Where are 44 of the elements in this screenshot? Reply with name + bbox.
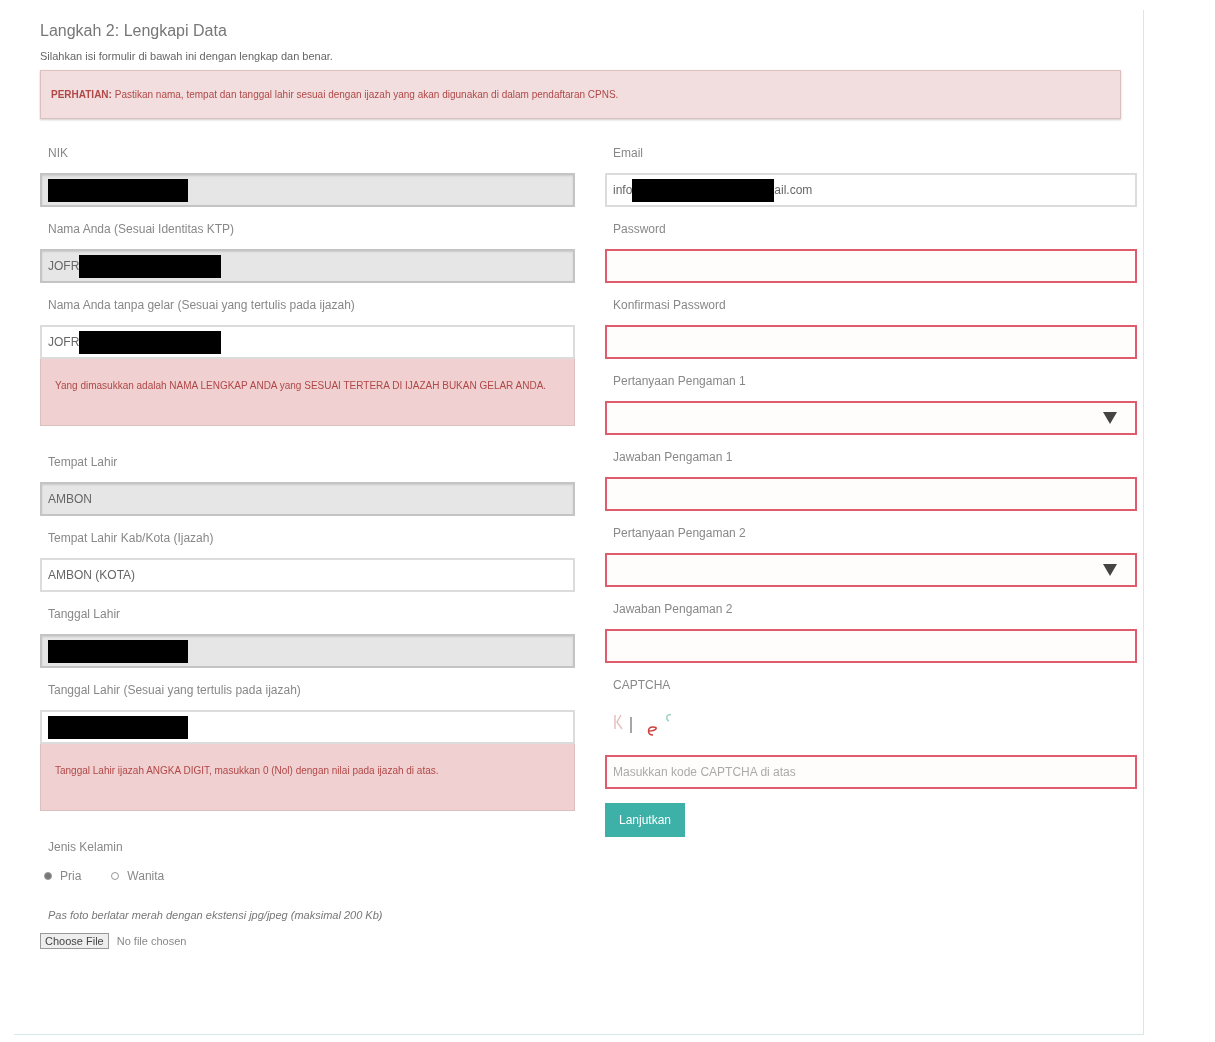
page-title: Langkah 2: Lengkapi Data xyxy=(40,22,228,40)
field-value: JOFR xyxy=(48,259,80,273)
field-label: Tempat Lahir xyxy=(47,454,119,471)
field-label: NIK xyxy=(47,145,69,162)
field-label: Nama Anda tanpa gelar (Sesuai yang tertulis pada ijazah) xyxy=(47,297,356,314)
input-field[interactable] xyxy=(605,629,1137,663)
field-label: Email xyxy=(612,145,644,162)
alert-message: Yang dimasukkan adalah NAMA LENGKAP ANDA yang SESUAI TERTERA DI IJAZAH BUKAN GELAR ANDA. xyxy=(40,359,575,426)
field-label: Tanggal Lahir (Sesuai yang tertulis pada ijazah) xyxy=(47,682,302,699)
field-label: Nama Anda (Sesuai Identitas KTP) xyxy=(47,221,236,238)
field-label: Password xyxy=(612,221,667,238)
radio-option[interactable]: Pria xyxy=(44,869,82,883)
input-field[interactable]: AMBON (KOTA) xyxy=(40,558,575,592)
field-label: Konfirmasi Password xyxy=(612,297,727,314)
select-field[interactable] xyxy=(605,401,1137,435)
input-field[interactable] xyxy=(605,477,1137,511)
input-field[interactable] xyxy=(605,249,1137,283)
caret-icon xyxy=(1103,412,1117,424)
photo-hint: Pas foto berlatar merah dengan ekstensi jpg/jpeg (maksimal 200 Kb) xyxy=(47,909,384,921)
field-label: Pertanyaan Pengaman 1 xyxy=(612,373,747,390)
input-field[interactable]: JOFR xyxy=(40,325,575,359)
field-label: Pertanyaan Pengaman 2 xyxy=(612,525,747,542)
field-label: Tanggal Lahir xyxy=(47,606,122,623)
select-field[interactable] xyxy=(605,553,1137,587)
page-subtitle: Silahkan isi formulir di bawah ini dengan lengkap dan benar. xyxy=(40,50,334,62)
field-label: CAPTCHA xyxy=(612,677,672,694)
choose-file-button[interactable]: Choose File xyxy=(40,933,109,949)
input-field[interactable] xyxy=(605,325,1137,359)
file-status: No file chosen xyxy=(116,935,187,947)
input-field[interactable]: info ail.com xyxy=(605,173,1137,207)
caret-icon xyxy=(1103,564,1117,576)
field-label: Jawaban Pengaman 2 xyxy=(612,601,734,618)
field-value: ail.com xyxy=(774,183,813,197)
alert-message: Tanggal Lahir ijazah ANGKA DIGIT, masukkan 0 (Nol) dengan nilai pada ijazah di atas. xyxy=(40,744,575,811)
field-value: info xyxy=(613,183,633,197)
notice-alert: PERHATIAN: Pastikan nama, tempat dan tanggal lahir sesuai dengan ijazah yang akan digunakan di dalam pendaftaran CPNS. xyxy=(40,70,1121,119)
field-label: Tempat Lahir Kab/Kota (Ijazah) xyxy=(47,530,215,547)
field-label: Jenis Kelamin xyxy=(47,839,124,856)
radio-option[interactable]: Wanita xyxy=(111,869,165,883)
field-value: AMBON (KOTA) xyxy=(48,568,136,582)
field-value: JOFR xyxy=(48,335,80,349)
field-label: Jawaban Pengaman 1 xyxy=(612,449,734,466)
field-value: AMBON xyxy=(48,492,92,506)
continue-button[interactable]: Lanjutkan xyxy=(605,803,686,837)
